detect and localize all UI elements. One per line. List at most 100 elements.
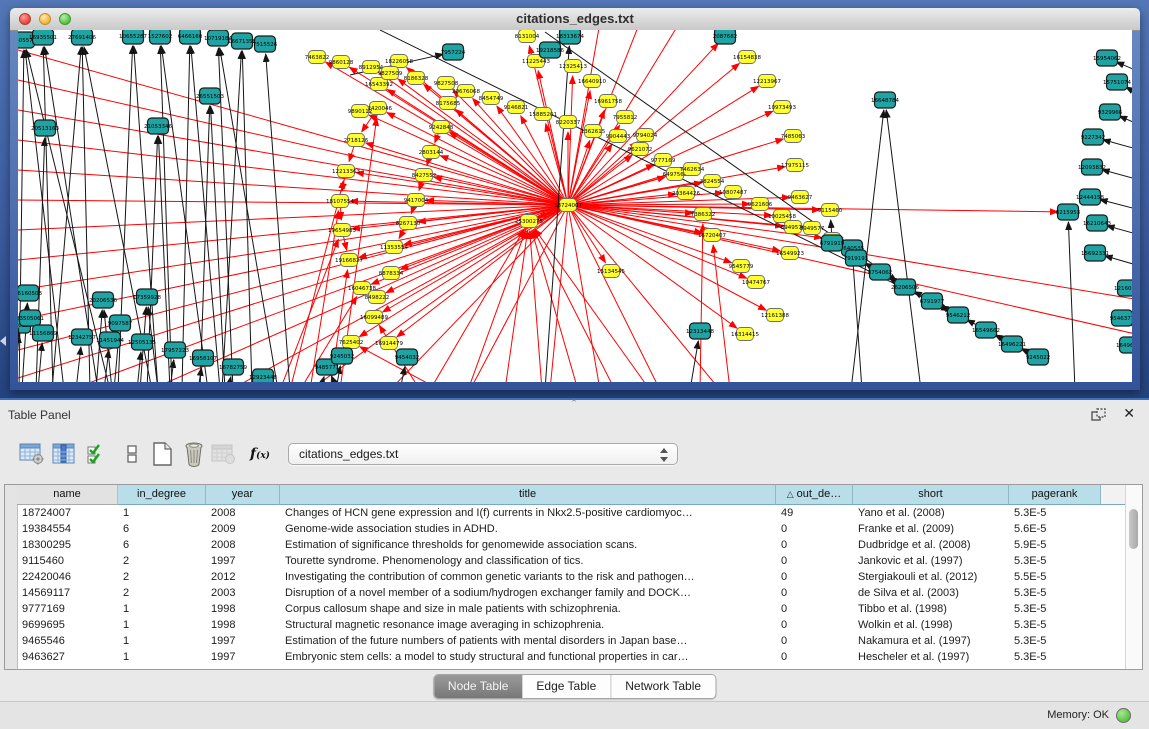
network-node[interactable]: 15885201 [529,108,557,121]
show-hide-columns-button[interactable] [18,440,46,468]
table-row[interactable]: 1456911722003Disruption of a novel membe… [17,585,1126,601]
network-node[interactable]: 9794024 [633,129,658,142]
network-node[interactable]: 7515526 [253,36,278,52]
network-node[interactable]: 10655287 [119,30,147,44]
network-node[interactable]: 17957223 [161,342,189,358]
network-node[interactable]: 7955812 [613,111,638,124]
select-all-rows-button[interactable] [82,440,110,468]
network-node[interactable]: 20206536 [89,292,117,308]
network-node[interactable]: 9777169 [651,154,676,167]
network-node[interactable]: 16154838 [733,51,761,64]
network-node[interactable]: 10474767 [742,276,770,289]
network-node[interactable]: 10807487 [719,186,747,199]
network-node[interactable]: 9115460 [818,204,843,217]
network-node[interactable]: 16210643 [1083,215,1111,231]
network-node[interactable]: 9245022 [1026,349,1051,365]
network-node[interactable]: 7463822 [305,51,330,64]
network-node[interactable]: 9546377 [1110,310,1132,326]
network-node[interactable]: 8949577 [800,222,825,235]
network-node[interactable]: 16961758 [594,95,622,108]
network-node[interactable]: 1527602 [148,30,173,44]
network-node[interactable]: 21053346 [144,118,172,134]
column-header-title[interactable]: title [280,485,776,505]
table-row[interactable]: 946362711997Embryonic stem cells: a mode… [17,649,1126,665]
network-node[interactable]: 16648784 [871,92,899,108]
network-node[interactable]: 9097587 [108,315,133,331]
network-node[interactable]: 15954062 [1093,50,1121,66]
network-node[interactable]: 8220337 [556,116,581,129]
row-height-button[interactable] [118,440,146,468]
network-node[interactable]: 16549662 [972,322,1000,338]
network-node[interactable]: 9245032 [330,348,355,364]
network-node[interactable]: 7919193 [844,250,869,266]
network-node[interactable]: 9454032 [395,349,420,365]
network-node[interactable]: 13505061 [18,310,44,326]
column-header-in_degree[interactable]: in_degree [118,485,206,505]
network-node[interactable]: 16958107 [189,350,217,366]
column-header-short[interactable]: short [853,485,1009,505]
network-node[interactable]: 8131004 [515,30,540,43]
network-node[interactable]: 16314415 [731,328,759,341]
column-header-name[interactable]: name [17,485,118,505]
network-node[interactable]: 11451944 [96,332,124,348]
network-node[interactable]: 8878334 [379,267,404,280]
network-node[interactable]: 6791977 [920,293,945,309]
network-node[interactable]: 12505135 [128,334,156,350]
scrollbar-thumb[interactable] [1129,509,1138,549]
network-node[interactable]: 12213967 [753,75,781,88]
function-builder-button[interactable]: f(x) [246,440,274,468]
network-node[interactable]: 3824554 [700,175,725,188]
network-node[interactable]: 9545779 [729,260,754,273]
network-node[interactable]: 16914479 [375,337,403,350]
network-node[interactable]: 6466160 [178,30,203,44]
float-panel-icon[interactable] [1091,408,1107,422]
network-node[interactable]: 16935501 [29,30,57,45]
network-node[interactable]: 15692331 [1081,245,1109,261]
network-node[interactable]: 20364426 [672,187,700,200]
network-node[interactable]: 2087682 [713,30,738,44]
network-node[interactable]: 12160343 [1114,280,1132,296]
network-node[interactable]: 16640910 [578,75,606,88]
network-node[interactable]: 9827508 [434,77,459,90]
network-node[interactable]: 12213363 [332,165,360,178]
table-row[interactable]: 977716911998Corpus callosum shape and si… [17,601,1126,617]
network-node[interactable]: 9146821 [504,101,529,114]
network-node[interactable]: 7485063 [781,130,806,143]
column-header-out_de[interactable]: △out_de… [776,485,853,505]
network-node[interactable]: 8754062 [868,264,893,280]
network-node[interactable]: 12923448 [249,369,277,382]
network-node[interactable]: 15134545 [597,265,625,278]
close-panel-icon[interactable]: ✕ [1123,405,1135,422]
table-row[interactable]: 1938455462009Genome-wide association stu… [17,521,1126,537]
network-node[interactable]: 8175685 [436,97,461,110]
table-selector-dropdown[interactable]: citations_edges.txt [288,443,678,465]
network-node[interactable]: 17975115 [781,159,809,172]
network-node[interactable]: 9463627 [788,191,813,204]
delete-column-button[interactable] [180,440,208,468]
table-row[interactable]: 1872400712008Changes of HCN gene express… [17,505,1126,521]
network-node[interactable]: 8267130 [396,217,421,230]
table-row[interactable]: 2242004622012Investigating the contribut… [17,569,1126,585]
network-node[interactable]: 27691406 [68,30,96,45]
tab-network-table[interactable]: Network Table [610,675,715,698]
table-row[interactable]: 911546021997Tourette syndrome. Phenomeno… [17,553,1126,569]
network-node[interactable]: 18107554 [326,195,354,208]
select-columns-button[interactable] [50,440,78,468]
network-node[interactable]: 18226058 [385,55,413,68]
network-node[interactable]: 18313674 [556,30,584,44]
create-column-button[interactable] [148,440,176,468]
network-window-titlebar[interactable]: citations_edges.txt [10,8,1140,31]
table-row[interactable]: 946554611997Estimation of the future num… [17,633,1126,649]
panel-collapse-arrow-icon[interactable] [0,336,6,346]
network-node[interactable]: 16496221 [998,336,1026,352]
network-node[interactable]: 26160503 [18,285,42,301]
network-node[interactable]: 2718126 [344,134,369,147]
network-node[interactable]: 11156869 [29,325,57,341]
network-node[interactable]: 12313448 [686,323,714,339]
column-header-pagerank[interactable]: pagerank [1009,485,1101,505]
network-node[interactable]: 15751074 [1103,74,1131,90]
network-node[interactable]: 8454749 [479,92,504,105]
vertical-scrollbar[interactable] [1125,485,1142,669]
network-node[interactable]: 6791919 [820,235,845,251]
network-node[interactable]: 19218586 [536,42,564,58]
